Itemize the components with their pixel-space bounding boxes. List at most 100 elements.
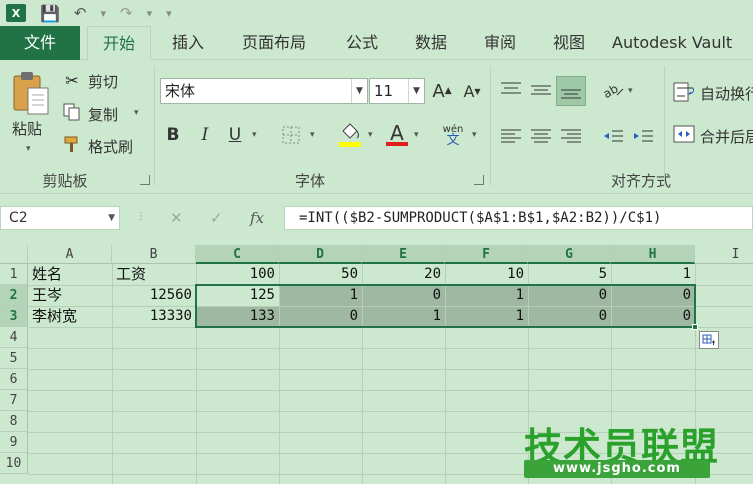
border-icon[interactable] <box>280 124 302 146</box>
tab-autodesk-vault[interactable]: Autodesk Vault <box>612 26 753 60</box>
tab-insert[interactable]: 插入 <box>160 26 216 60</box>
align-left-icon[interactable] <box>498 124 524 148</box>
cell-b2[interactable]: 12560 <box>112 285 196 306</box>
copy-icon[interactable] <box>62 102 82 122</box>
column-header-i[interactable]: I <box>695 245 753 264</box>
column-header-b[interactable]: B <box>112 245 196 264</box>
clipboard-dialog-launcher-icon[interactable] <box>140 175 150 185</box>
cell-b3[interactable]: 13330 <box>112 306 196 327</box>
fill-handle[interactable] <box>692 324 698 330</box>
tab-view[interactable]: 视图 <box>541 26 597 60</box>
format-painter-icon[interactable] <box>62 134 82 154</box>
font-dialog-launcher-icon[interactable] <box>474 175 484 185</box>
format-painter-button[interactable]: 格式刷 <box>88 136 133 157</box>
align-middle-icon[interactable] <box>528 78 554 102</box>
decrease-indent-icon[interactable] <box>600 124 626 148</box>
align-top-icon[interactable] <box>498 78 524 102</box>
row-header-2[interactable]: 2 <box>0 285 28 306</box>
phonetic-icon[interactable]: wén 文 <box>440 122 466 148</box>
redo-icon[interactable]: ↷ <box>120 4 133 22</box>
column-header-g[interactable]: G <box>528 245 611 264</box>
wrap-text-icon[interactable] <box>672 80 696 104</box>
wrap-text-button[interactable]: 自动换行 <box>700 83 753 104</box>
merge-center-button[interactable]: 合并后居中 <box>700 126 753 147</box>
copy-button[interactable]: 复制 <box>88 104 118 125</box>
align-bottom-icon[interactable] <box>556 76 586 106</box>
tab-home[interactable]: 开始 <box>87 26 151 61</box>
undo-dropdown-icon[interactable]: ▾ <box>101 7 107 20</box>
cell-c1[interactable]: 100 <box>196 264 279 285</box>
customize-qat-icon[interactable]: ▾ <box>166 7 172 20</box>
cell-a3[interactable]: 李树宽 <box>28 306 112 327</box>
insert-function-icon[interactable]: fx <box>250 209 264 227</box>
cell-d1[interactable]: 50 <box>279 264 362 285</box>
underline-dropdown-icon[interactable]: ▾ <box>252 130 257 140</box>
name-box-dropdown-icon[interactable]: ▼ <box>108 207 115 229</box>
merge-center-icon[interactable] <box>672 122 696 146</box>
cell-e1[interactable]: 20 <box>362 264 445 285</box>
paste-dropdown-icon[interactable]: ▾ <box>26 144 31 154</box>
column-header-a[interactable]: A <box>28 245 112 264</box>
formula-input[interactable]: =INT(($B2-SUMPRODUCT($A$1:B$1,$A2:B2))/C… <box>284 206 753 230</box>
cancel-icon[interactable]: ✕ <box>170 209 183 227</box>
border-dropdown-icon[interactable]: ▾ <box>310 130 315 140</box>
orientation-icon[interactable]: ab <box>600 78 626 102</box>
cell-a2[interactable]: 王岑 <box>28 285 112 306</box>
column-header-c[interactable]: C <box>196 245 279 264</box>
row-header-6[interactable]: 6 <box>0 369 28 390</box>
font-color-icon[interactable]: A <box>384 122 410 148</box>
tab-data[interactable]: 数据 <box>403 26 459 60</box>
cell-g1[interactable]: 5 <box>528 264 611 285</box>
clipboard-group-label: 剪贴板 <box>42 172 88 190</box>
orientation-dropdown-icon[interactable]: ▾ <box>628 86 633 96</box>
font-size-input[interactable]: 11 ▼ <box>369 78 425 104</box>
cell-b1[interactable]: 工资 <box>112 264 196 285</box>
row-header-9[interactable]: 9 <box>0 432 28 453</box>
quick-analysis-icon[interactable] <box>699 331 719 349</box>
increase-indent-icon[interactable] <box>630 124 656 148</box>
row-header-10[interactable]: 10 <box>0 453 28 474</box>
fill-color-dropdown-icon[interactable]: ▾ <box>368 130 373 140</box>
font-name-dropdown-icon[interactable]: ▼ <box>351 79 367 103</box>
redo-dropdown-icon[interactable]: ▾ <box>147 7 153 20</box>
paste-icon[interactable] <box>12 70 52 116</box>
copy-dropdown-icon[interactable]: ▾ <box>134 108 139 118</box>
font-size-dropdown-icon[interactable]: ▼ <box>408 79 424 103</box>
undo-icon[interactable]: ↶ <box>74 4 87 22</box>
paste-button[interactable]: 粘贴 <box>12 118 42 139</box>
tab-file[interactable]: 文件 <box>0 26 80 60</box>
cell-f1[interactable]: 10 <box>445 264 528 285</box>
column-header-f[interactable]: F <box>445 245 528 264</box>
grow-font-icon[interactable]: A ▲ <box>429 78 455 104</box>
row-header-4[interactable]: 4 <box>0 327 28 348</box>
row-header-1[interactable]: 1 <box>0 264 28 285</box>
cell-h1[interactable]: 1 <box>611 264 695 285</box>
tab-review[interactable]: 审阅 <box>472 26 528 60</box>
shrink-font-icon[interactable]: A ▼ <box>459 78 485 104</box>
cut-button[interactable]: 剪切 <box>88 71 118 92</box>
phonetic-dropdown-icon[interactable]: ▾ <box>472 130 477 140</box>
tab-formulas[interactable]: 公式 <box>334 26 390 60</box>
font-name-input[interactable]: 宋体 ▼ <box>160 78 368 104</box>
name-box[interactable]: C2 ▼ <box>0 206 120 230</box>
row-header-3[interactable]: 3 <box>0 306 28 327</box>
fill-color-icon[interactable] <box>336 120 364 150</box>
bold-button[interactable]: B <box>160 122 186 148</box>
row-header-5[interactable]: 5 <box>0 348 28 369</box>
font-color-dropdown-icon[interactable]: ▾ <box>414 130 419 140</box>
save-icon[interactable]: 💾 <box>40 4 60 23</box>
column-header-h[interactable]: H <box>611 245 695 264</box>
row-header-7[interactable]: 7 <box>0 390 28 411</box>
column-header-e[interactable]: E <box>362 245 445 264</box>
row-header-8[interactable]: 8 <box>0 411 28 432</box>
select-all-corner[interactable] <box>0 245 28 264</box>
cell-a1[interactable]: 姓名 <box>28 264 112 285</box>
underline-button[interactable]: U <box>222 122 248 148</box>
enter-icon[interactable]: ✓ <box>210 209 223 227</box>
column-header-d[interactable]: D <box>279 245 362 264</box>
align-right-icon[interactable] <box>558 124 584 148</box>
align-center-icon[interactable] <box>528 124 554 148</box>
tab-page-layout[interactable]: 页面布局 <box>228 26 320 60</box>
italic-button[interactable]: I <box>192 122 218 148</box>
cut-icon[interactable]: ✂ <box>62 70 82 90</box>
